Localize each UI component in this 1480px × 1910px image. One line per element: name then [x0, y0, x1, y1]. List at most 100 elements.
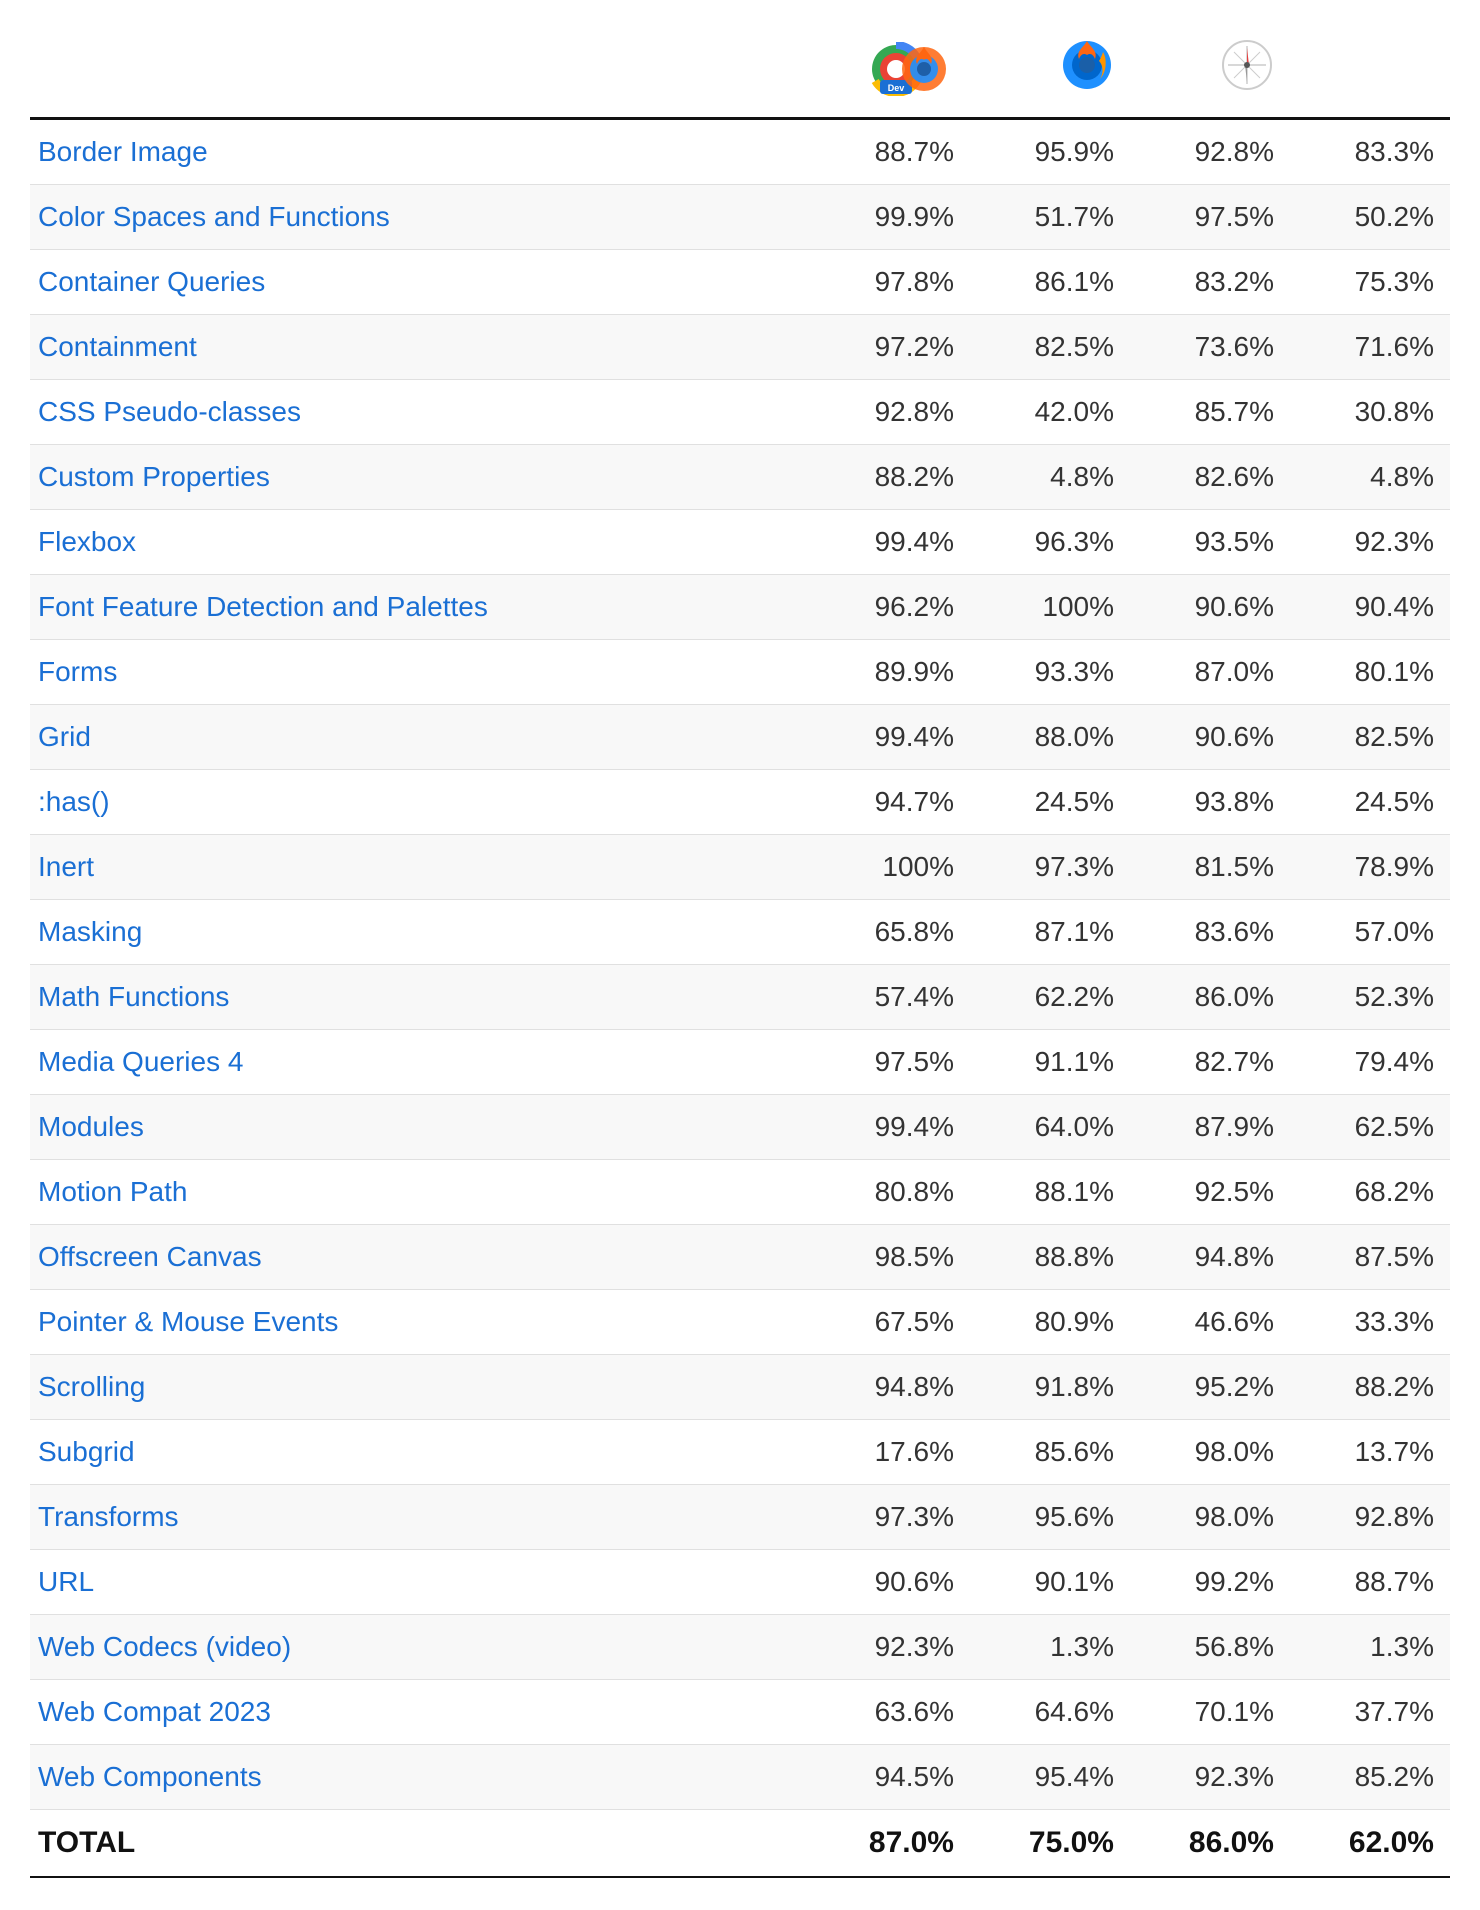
row-name[interactable]: Border Image [30, 119, 810, 185]
table-row: CSS Pseudo-classes92.8%42.0%85.7%30.8% [30, 380, 1450, 445]
total-safari-value: 86.0% [1130, 1810, 1290, 1878]
row-chrome-value: 97.5% [810, 1030, 970, 1095]
table-row: Border Image88.7%95.9%92.8%83.3% [30, 119, 1450, 185]
row-chrome-value: 99.4% [810, 510, 970, 575]
table-row: Inert100%97.3%81.5%78.9% [30, 835, 1450, 900]
row-name[interactable]: Math Functions [30, 965, 810, 1030]
row-name[interactable]: :has() [30, 770, 810, 835]
row-interop-value: 82.5% [1290, 705, 1450, 770]
row-chrome-value: 88.7% [810, 119, 970, 185]
row-firefox-value: 88.0% [970, 705, 1130, 770]
row-chrome-value: 98.5% [810, 1225, 970, 1290]
total-firefox-value: 75.0% [970, 1810, 1130, 1878]
row-chrome-value: 67.5% [810, 1290, 970, 1355]
row-name[interactable]: Custom Properties [30, 445, 810, 510]
row-name[interactable]: Container Queries [30, 250, 810, 315]
row-interop-value: 57.0% [1290, 900, 1450, 965]
row-interop-value: 92.8% [1290, 1485, 1450, 1550]
row-name[interactable]: Flexbox [30, 510, 810, 575]
row-safari-value: 93.8% [1130, 770, 1290, 835]
row-safari-value: 93.5% [1130, 510, 1290, 575]
row-safari-value: 82.7% [1130, 1030, 1290, 1095]
row-name[interactable]: Web Compat 2023 [30, 1680, 810, 1745]
row-interop-value: 83.3% [1290, 119, 1450, 185]
row-safari-value: 95.2% [1130, 1355, 1290, 1420]
row-firefox-value: 90.1% [970, 1550, 1130, 1615]
row-name[interactable]: Forms [30, 640, 810, 705]
row-firefox-value: 1.3% [970, 1615, 1130, 1680]
row-safari-value: 94.8% [1130, 1225, 1290, 1290]
row-firefox-value: 85.6% [970, 1420, 1130, 1485]
total-row: TOTAL87.0%75.0%86.0%62.0% [30, 1810, 1450, 1878]
svg-text:Dev: Dev [888, 83, 905, 93]
table-row: Web Codecs (video)92.3%1.3%56.8%1.3% [30, 1615, 1450, 1680]
row-name[interactable]: Inert [30, 835, 810, 900]
table-row: Color Spaces and Functions99.9%51.7%97.5… [30, 185, 1450, 250]
row-name[interactable]: Offscreen Canvas [30, 1225, 810, 1290]
row-chrome-value: 89.9% [810, 640, 970, 705]
row-chrome-value: 99.4% [810, 1095, 970, 1160]
row-name[interactable]: Font Feature Detection and Palettes [30, 575, 810, 640]
row-firefox-value: 87.1% [970, 900, 1130, 965]
table-row: Font Feature Detection and Palettes96.2%… [30, 575, 1450, 640]
row-interop-value: 75.3% [1290, 250, 1450, 315]
table-row: Motion Path80.8%88.1%92.5%68.2% [30, 1160, 1450, 1225]
row-name[interactable]: Containment [30, 315, 810, 380]
row-name[interactable]: Subgrid [30, 1420, 810, 1485]
table-row: Web Compat 202363.6%64.6%70.1%37.7% [30, 1680, 1450, 1745]
row-safari-value: 97.5% [1130, 185, 1290, 250]
row-firefox-value: 4.8% [970, 445, 1130, 510]
row-interop-value: 85.2% [1290, 1745, 1450, 1810]
row-chrome-value: 94.7% [810, 770, 970, 835]
row-firefox-value: 80.9% [970, 1290, 1130, 1355]
row-interop-value: 68.2% [1290, 1160, 1450, 1225]
row-chrome-value: 94.8% [810, 1355, 970, 1420]
safari-icon [1220, 38, 1274, 92]
row-firefox-value: 86.1% [970, 250, 1130, 315]
row-safari-value: 87.9% [1130, 1095, 1290, 1160]
row-name[interactable]: Media Queries 4 [30, 1030, 810, 1095]
row-safari-value: 90.6% [1130, 705, 1290, 770]
table-row: Grid99.4%88.0%90.6%82.5% [30, 705, 1450, 770]
row-chrome-value: 100% [810, 835, 970, 900]
row-name[interactable]: Scrolling [30, 1355, 810, 1420]
row-safari-value: 82.6% [1130, 445, 1290, 510]
row-name[interactable]: Transforms [30, 1485, 810, 1550]
chrome-dev-icon: Dev [866, 42, 954, 96]
row-chrome-value: 90.6% [810, 1550, 970, 1615]
row-name[interactable]: CSS Pseudo-classes [30, 380, 810, 445]
row-name[interactable]: Color Spaces and Functions [30, 185, 810, 250]
row-interop-value: 80.1% [1290, 640, 1450, 705]
row-chrome-value: 80.8% [810, 1160, 970, 1225]
row-name[interactable]: Pointer & Mouse Events [30, 1290, 810, 1355]
row-safari-value: 92.3% [1130, 1745, 1290, 1810]
row-interop-value: 62.5% [1290, 1095, 1450, 1160]
row-chrome-value: 99.4% [810, 705, 970, 770]
total-chrome-value: 87.0% [810, 1810, 970, 1878]
row-name[interactable]: Web Components [30, 1745, 810, 1810]
row-chrome-value: 92.3% [810, 1615, 970, 1680]
row-safari-value: 70.1% [1130, 1680, 1290, 1745]
row-chrome-value: 88.2% [810, 445, 970, 510]
row-name[interactable]: Modules [30, 1095, 810, 1160]
row-name[interactable]: Motion Path [30, 1160, 810, 1225]
column-header-chrome: Dev [810, 20, 970, 119]
row-chrome-value: 92.8% [810, 380, 970, 445]
column-header-firefox [970, 20, 1130, 119]
row-interop-value: 79.4% [1290, 1030, 1450, 1095]
row-chrome-value: 97.2% [810, 315, 970, 380]
row-firefox-value: 51.7% [970, 185, 1130, 250]
row-safari-value: 85.7% [1130, 380, 1290, 445]
table-row: Web Components94.5%95.4%92.3%85.2% [30, 1745, 1450, 1810]
row-safari-value: 83.6% [1130, 900, 1290, 965]
row-firefox-value: 62.2% [970, 965, 1130, 1030]
row-name[interactable]: Web Codecs (video) [30, 1615, 810, 1680]
column-header-safari [1130, 20, 1290, 119]
row-name[interactable]: Grid [30, 705, 810, 770]
row-name[interactable]: URL [30, 1550, 810, 1615]
row-name[interactable]: Masking [30, 900, 810, 965]
row-interop-value: 71.6% [1290, 315, 1450, 380]
row-interop-value: 1.3% [1290, 1615, 1450, 1680]
table-row: :has()94.7%24.5%93.8%24.5% [30, 770, 1450, 835]
row-chrome-value: 99.9% [810, 185, 970, 250]
